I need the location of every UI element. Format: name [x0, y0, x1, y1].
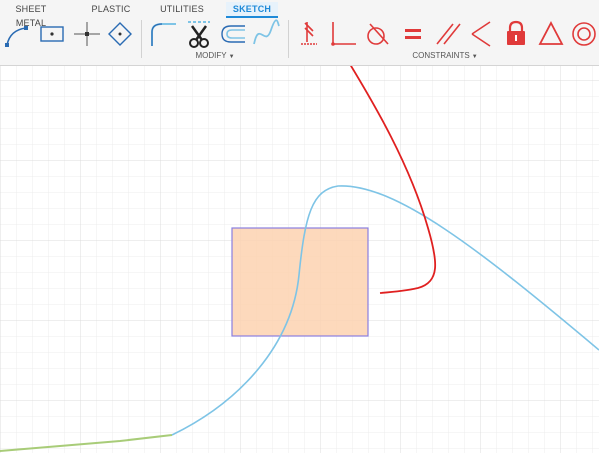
offset-tool-button[interactable] — [217, 18, 247, 52]
arc-tool-button[interactable] — [2, 18, 32, 52]
tab-sketch[interactable]: SKETCH — [226, 2, 278, 18]
trim-icon — [188, 21, 210, 48]
constraints-label-text: CONSTRAINTS — [412, 51, 470, 60]
parallel-constraint-button[interactable] — [433, 18, 463, 52]
perpendicular-constraint-button[interactable] — [328, 18, 358, 52]
coincident-constraint-button[interactable] — [466, 18, 496, 52]
ribbon-tabs: SHEET METAL PLASTIC UTILITIES SKETCH — [0, 0, 599, 28]
tangent-icon — [367, 23, 389, 45]
polygon-icon — [108, 22, 132, 46]
tangent-constraint-button[interactable] — [362, 18, 392, 52]
fix-icon — [301, 22, 317, 45]
toolbar-separator — [141, 20, 142, 58]
trim-tool-button[interactable] — [184, 18, 214, 52]
parallel-icon — [436, 23, 461, 45]
offset-icon — [221, 25, 245, 43]
equal-icon — [405, 29, 421, 39]
spline-tool-button[interactable] — [251, 18, 281, 52]
fillet-tool-button[interactable] — [148, 18, 178, 52]
perpendicular-icon — [331, 22, 356, 46]
fillet-icon — [151, 23, 176, 46]
lock-icon — [507, 20, 525, 45]
center-rectangle-icon — [40, 26, 64, 42]
polygon-tool-button[interactable] — [105, 18, 135, 52]
concentric-constraint-button[interactable] — [569, 18, 599, 52]
center-rectangle-tool-button[interactable] — [37, 18, 67, 52]
profile-rectangle[interactable] — [231, 227, 369, 337]
equal-constraint-button[interactable] — [398, 18, 428, 52]
ribbon-toolbar: SHEET METAL PLASTIC UTILITIES SKETCH MOD… — [0, 0, 599, 66]
modify-label-text: MODIFY — [195, 51, 227, 60]
constraints-group-label[interactable]: CONSTRAINTS ▼ — [400, 51, 490, 61]
modify-group-label[interactable]: MODIFY ▼ — [180, 51, 250, 61]
point-tool-button[interactable] — [72, 18, 102, 52]
arc-icon — [5, 26, 28, 47]
spline-icon — [253, 19, 280, 45]
coincident-icon — [471, 21, 491, 47]
toolbar-separator — [288, 20, 289, 58]
fix-constraint-button[interactable] — [295, 18, 325, 52]
tab-plastic[interactable]: PLASTIC — [86, 2, 136, 16]
tab-utilities[interactable]: UTILITIES — [157, 2, 207, 16]
triangle-constraint-button[interactable] — [536, 18, 566, 52]
tab-sheet-metal[interactable]: SHEET METAL — [0, 2, 62, 28]
triangle-icon — [538, 21, 564, 45]
point-icon — [74, 22, 100, 46]
dropdown-caret-icon: ▼ — [471, 54, 478, 60]
sketch-canvas[interactable] — [0, 66, 599, 453]
dropdown-caret-icon: ▼ — [228, 54, 235, 60]
concentric-icon — [572, 22, 596, 46]
lock-constraint-button[interactable] — [501, 18, 531, 52]
